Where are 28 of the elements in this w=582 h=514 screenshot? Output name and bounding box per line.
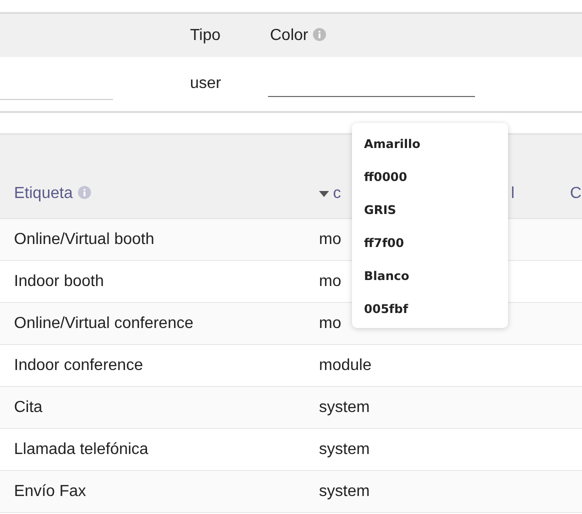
table-cell: Llamada telefónica [14, 440, 148, 458]
table-cell: Indoor conference [14, 356, 143, 374]
dropdown-option[interactable]: ff7f00 [352, 231, 508, 264]
table-cell-text: system [319, 440, 370, 460]
table-cell-text: module [319, 356, 372, 376]
table-cell: Envío Fax [14, 482, 86, 500]
table-cell-text: mo [319, 230, 342, 250]
table-cell-text: mo [319, 272, 342, 292]
dropdown-option[interactable]: 005fbf [352, 297, 508, 330]
column-header: Color [270, 26, 308, 44]
column-header[interactable]: Etiqueta [14, 185, 73, 202]
column-header: Tipo [190, 26, 221, 44]
dropdown-option[interactable]: Amarillo [352, 132, 508, 165]
column-header[interactable]: l [511, 185, 515, 202]
column-header[interactable]: C [570, 185, 582, 202]
dropdown-option[interactable]: Blanco [352, 264, 508, 297]
column-header[interactable]: c [333, 182, 341, 206]
table-cell: Online/Virtual conference [14, 314, 194, 332]
table-cell: user [190, 75, 222, 92]
table-cell: Cita [14, 398, 42, 416]
table-cell-text: system [319, 482, 370, 502]
table-cell: Indoor booth [14, 272, 104, 290]
table-cell: Online/Virtual booth [14, 230, 154, 248]
dropdown-option[interactable]: ff0000 [352, 165, 508, 198]
table-cell-text: system [319, 398, 370, 418]
dropdown-option[interactable]: GRIS [352, 198, 508, 231]
table-cell-text: mo [319, 314, 342, 334]
sort-icon[interactable] [319, 191, 329, 197]
